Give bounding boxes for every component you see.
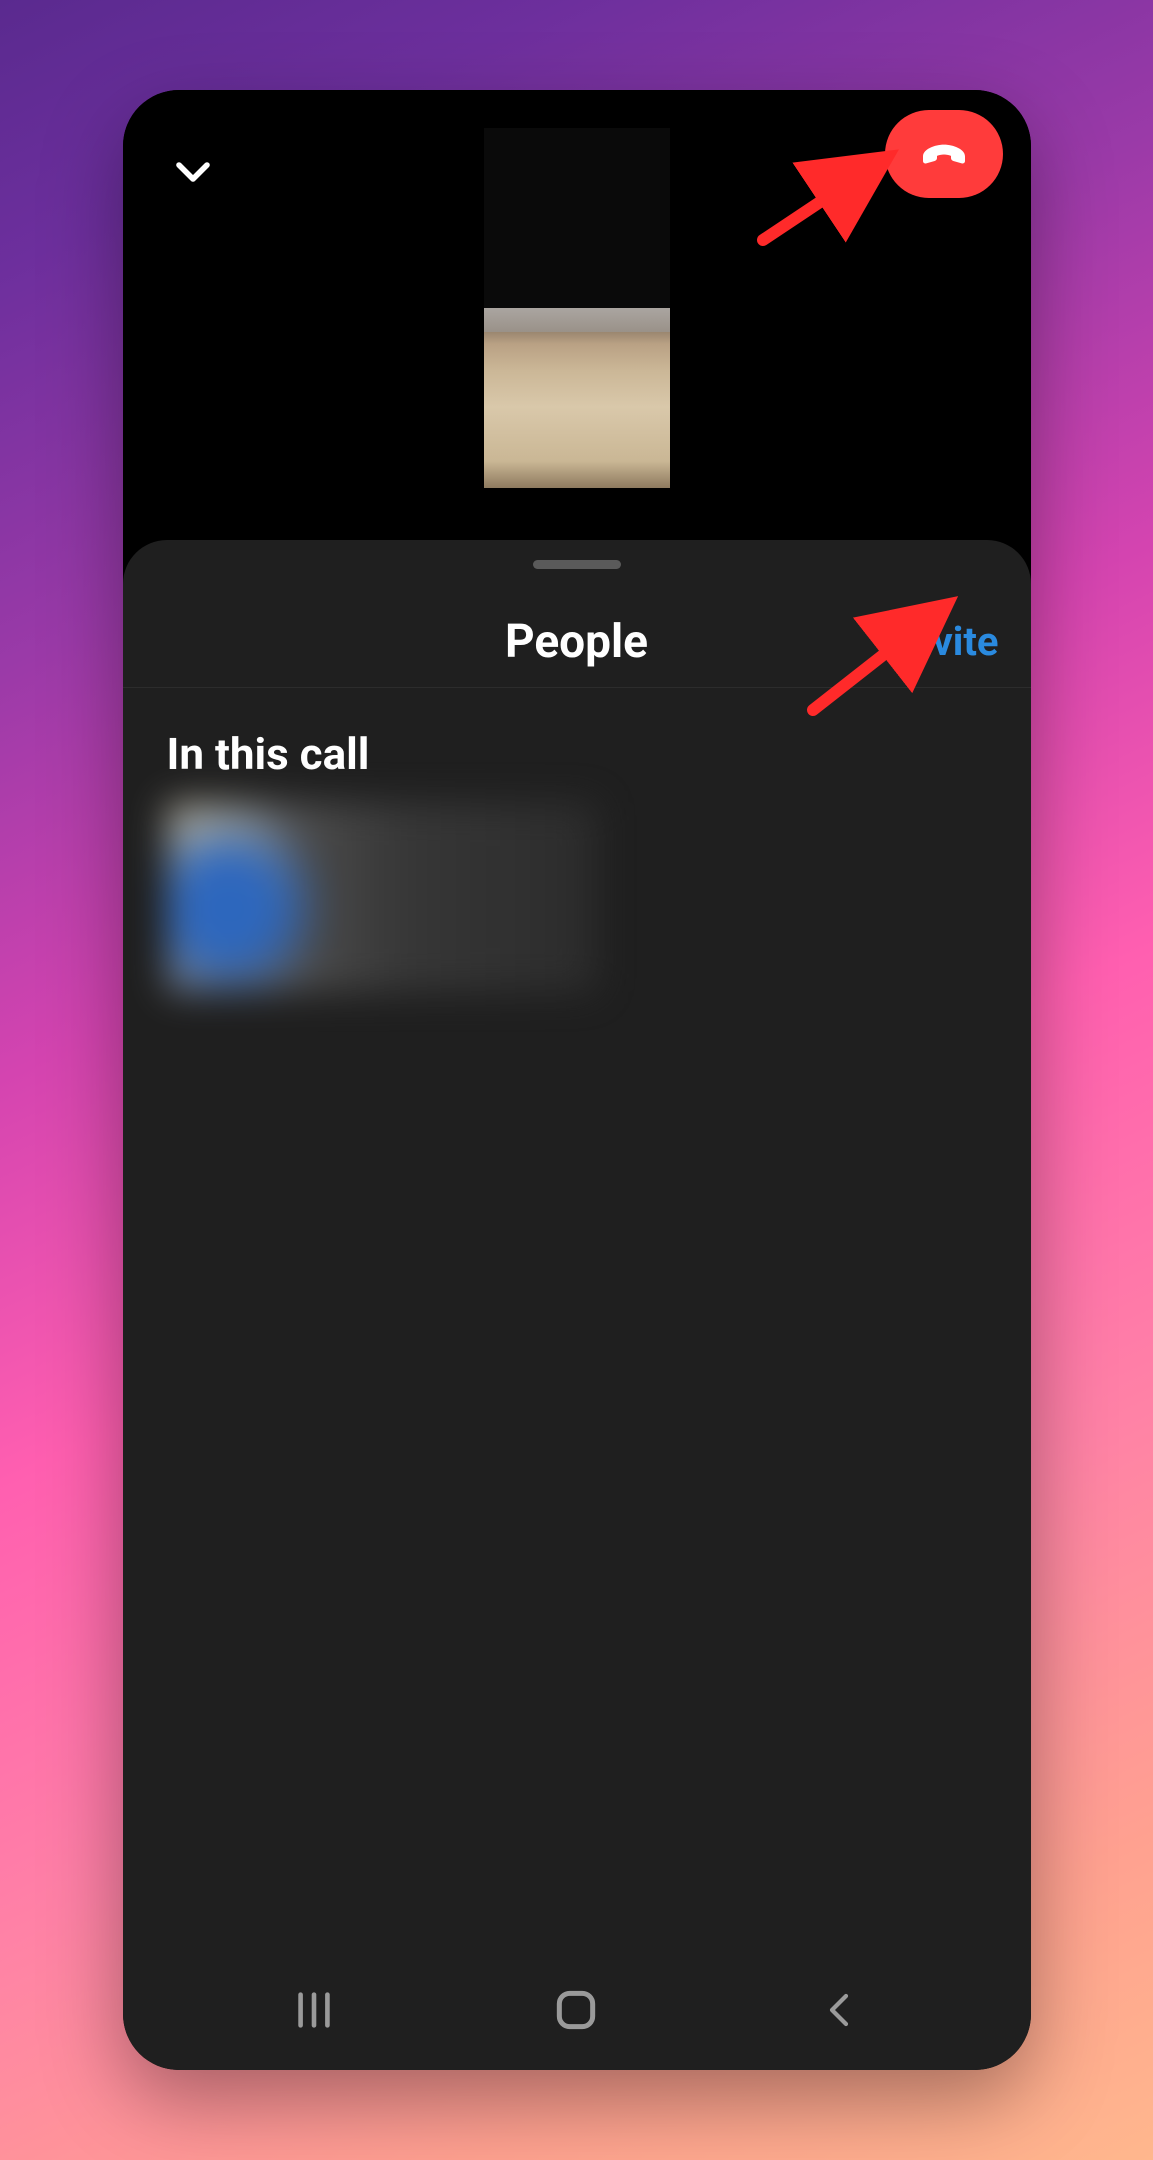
section-in-this-call: In this call bbox=[167, 728, 370, 780]
invite-button[interactable]: Invite bbox=[898, 618, 998, 665]
people-drawer: People Invite In this call bbox=[123, 540, 1031, 2070]
drawer-title: People bbox=[505, 615, 648, 669]
phone-frame: People Invite In this call bbox=[123, 90, 1031, 2070]
nav-recents-button[interactable] bbox=[264, 1980, 364, 2040]
video-area bbox=[123, 90, 1031, 540]
android-nav-bar bbox=[123, 1950, 1031, 2070]
phone-hangup-icon bbox=[916, 126, 972, 182]
collapse-button[interactable] bbox=[163, 142, 223, 202]
self-video-preview[interactable] bbox=[484, 128, 670, 488]
recents-icon bbox=[291, 1987, 337, 2033]
participant-row[interactable] bbox=[167, 802, 597, 992]
chevron-down-icon bbox=[172, 151, 214, 193]
end-call-button[interactable] bbox=[885, 110, 1003, 198]
drawer-handle[interactable] bbox=[533, 560, 621, 569]
nav-home-button[interactable] bbox=[526, 1980, 626, 2040]
camera-thumbnail bbox=[484, 308, 670, 488]
nav-back-button[interactable] bbox=[789, 1980, 889, 2040]
drawer-header: People Invite bbox=[123, 596, 1031, 688]
home-icon bbox=[551, 1985, 601, 2035]
back-icon bbox=[818, 1989, 860, 2031]
